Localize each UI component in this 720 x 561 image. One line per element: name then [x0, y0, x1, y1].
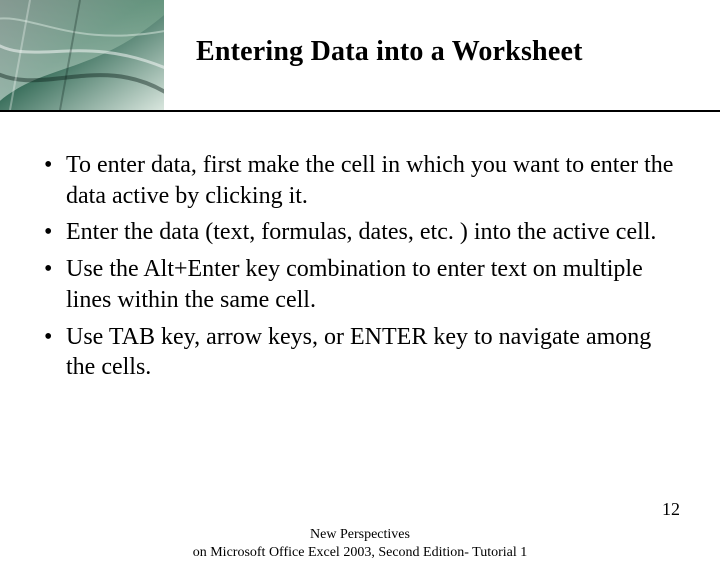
- footer-line-1: New Perspectives: [0, 526, 720, 544]
- body-content: To enter data, first make the cell in wh…: [38, 150, 678, 389]
- header-band: Entering Data into a Worksheet: [0, 0, 720, 112]
- slide-title: Entering Data into a Worksheet: [196, 36, 583, 68]
- footer-text: New Perspectives on Microsoft Office Exc…: [0, 526, 720, 561]
- header-divider: [0, 110, 720, 112]
- footer-line-2: on Microsoft Office Excel 2003, Second E…: [0, 544, 720, 561]
- decorative-corner-image: [0, 0, 164, 110]
- slide: Entering Data into a Worksheet To enter …: [0, 0, 720, 540]
- bullet-item: Use the Alt+Enter key combination to ent…: [38, 254, 678, 315]
- bullet-item: Use TAB key, arrow keys, or ENTER key to…: [38, 322, 678, 383]
- bullet-item: To enter data, first make the cell in wh…: [38, 150, 678, 211]
- bullet-list: To enter data, first make the cell in wh…: [38, 150, 678, 383]
- bullet-item: Enter the data (text, formulas, dates, e…: [38, 217, 678, 248]
- page-number: 12: [662, 499, 680, 520]
